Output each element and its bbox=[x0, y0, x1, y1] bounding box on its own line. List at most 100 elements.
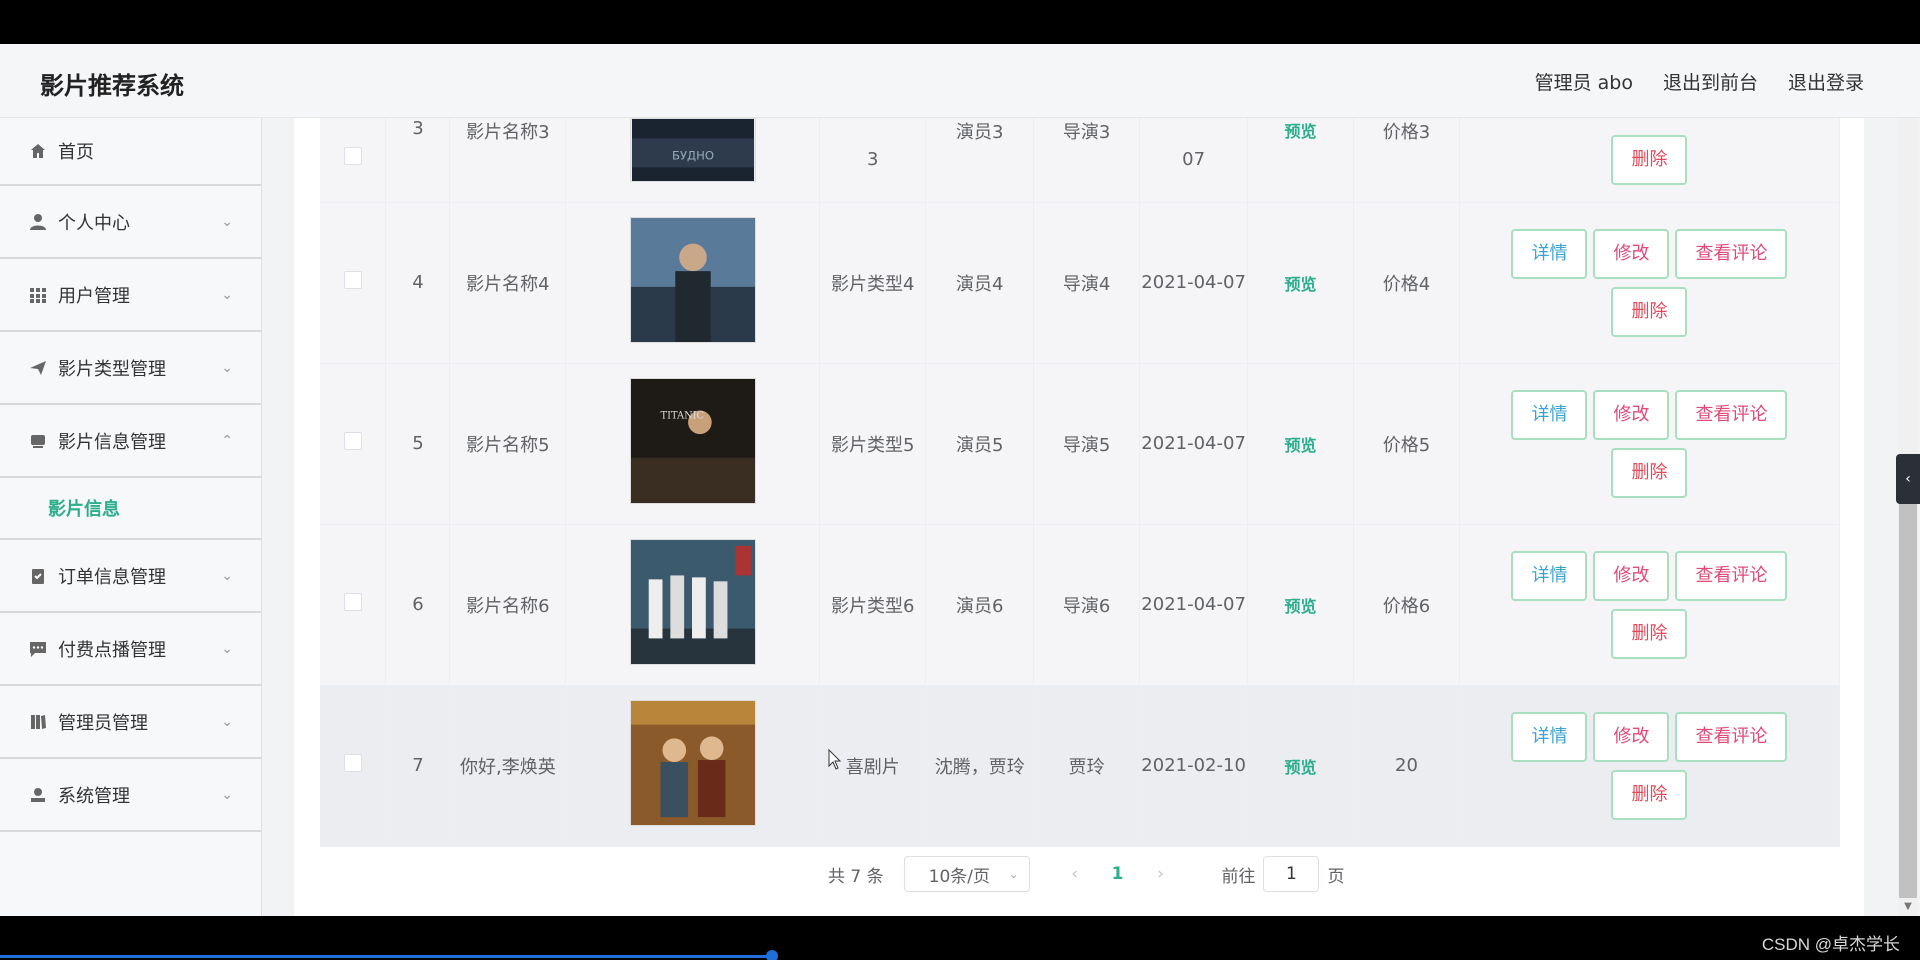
view-comments-button[interactable]: 查看评论 bbox=[1675, 389, 1788, 440]
brand-title: 影片推荐系统 bbox=[40, 72, 184, 100]
row-price: 20 bbox=[1353, 685, 1460, 847]
row-poster-cell bbox=[565, 202, 821, 364]
edit-button[interactable]: 修改 bbox=[1593, 711, 1670, 762]
row-index: 5 bbox=[385, 363, 451, 525]
row-director: 导演5 bbox=[1033, 363, 1141, 525]
collapse-panel-button[interactable]: ‹ bbox=[1896, 454, 1920, 504]
row-index: 3 bbox=[385, 118, 451, 203]
preview-link[interactable]: 预览 bbox=[1285, 275, 1317, 294]
top-letterbox bbox=[0, 0, 1920, 44]
sidebar-subitem-film-info[interactable]: 影片信息 bbox=[0, 478, 261, 540]
sidebar-item-order-management[interactable]: 订单信息管理 ⌄ bbox=[0, 540, 261, 613]
row-checkbox[interactable] bbox=[343, 432, 362, 450]
sidebar-item-label: 管理员管理 bbox=[58, 712, 148, 734]
poster-image: БУДНО bbox=[629, 118, 756, 182]
row-type: 影片类型5 bbox=[819, 363, 927, 525]
row-checkbox[interactable] bbox=[343, 593, 362, 611]
person-icon bbox=[28, 785, 48, 805]
admin-username[interactable]: 管理员 abo bbox=[1535, 68, 1633, 95]
row-index: 7 bbox=[385, 685, 451, 847]
row-actor: 演员3 bbox=[925, 118, 1035, 203]
detail-button[interactable]: 详情 bbox=[1511, 711, 1588, 762]
sidebar-item-system-management[interactable]: 系统管理 ⌄ bbox=[0, 759, 261, 832]
row-name: 影片名称4 bbox=[449, 202, 567, 364]
row-checkbox-cell bbox=[320, 118, 387, 203]
page-size-select[interactable]: 10条/页 ⌄ bbox=[903, 856, 1030, 892]
row-type: 影片类型6 bbox=[819, 524, 927, 686]
row-poster-cell bbox=[565, 685, 821, 847]
sidebar-item-label: 订单信息管理 bbox=[58, 566, 166, 588]
poster-image bbox=[629, 217, 756, 343]
table-row: 5 影片名称5 TITANIC 影片类型5 演员5 导演5 2021-04-07… bbox=[320, 363, 1841, 525]
view-comments-button[interactable]: 查看评论 bbox=[1675, 228, 1788, 279]
row-checkbox[interactable] bbox=[343, 271, 362, 289]
detail-button[interactable]: 详情 bbox=[1511, 389, 1588, 440]
table-row: 6 影片名称6 影片类型6 演员6 导演6 2021-04-07 预览 价格6 … bbox=[320, 524, 1841, 686]
sidebar-item-film-type-management[interactable]: 影片类型管理 ⌄ bbox=[0, 332, 261, 405]
sidebar-item-label: 个人中心 bbox=[58, 212, 130, 234]
row-poster-cell bbox=[565, 524, 821, 686]
pagination-total: 共 7 条 bbox=[828, 866, 884, 887]
sidebar-item-home[interactable]: 首页 bbox=[0, 118, 261, 186]
delete-button[interactable]: 删除 bbox=[1611, 134, 1688, 185]
chevron-down-icon: ⌄ bbox=[221, 567, 233, 584]
sidebar-item-user-management[interactable]: 用户管理 ⌄ bbox=[0, 259, 261, 332]
home-icon bbox=[28, 141, 48, 161]
sidebar-item-admin-management[interactable]: 管理员管理 ⌄ bbox=[0, 686, 261, 759]
sidebar-item-paid-vod-management[interactable]: 付费点播管理 ⌄ bbox=[0, 613, 261, 686]
row-preview-cell: 预览 bbox=[1247, 685, 1355, 847]
row-actions: 详情 修改 查看评论删除 bbox=[1459, 363, 1841, 525]
back-to-front-link[interactable]: 退出到前台 bbox=[1663, 68, 1758, 95]
delete-button[interactable]: 删除 bbox=[1611, 286, 1688, 337]
row-director: 导演3 bbox=[1033, 118, 1141, 203]
page-number-current[interactable]: 1 bbox=[1112, 864, 1124, 884]
row-type: 影片类型4 bbox=[819, 202, 927, 364]
watermark-text: CSDN @卓杰学长 bbox=[1761, 935, 1900, 954]
delete-button[interactable]: 删除 bbox=[1611, 769, 1688, 820]
chat-icon bbox=[28, 639, 48, 659]
row-actor: 演员4 bbox=[925, 202, 1035, 364]
video-progress-bar[interactable] bbox=[0, 955, 772, 958]
view-comments-button[interactable]: 查看评论 bbox=[1675, 550, 1788, 601]
row-checkbox-cell bbox=[320, 524, 387, 686]
detail-button[interactable]: 详情 bbox=[1511, 228, 1588, 279]
preview-link[interactable]: 预览 bbox=[1285, 122, 1317, 141]
row-preview-cell: 预览 bbox=[1247, 363, 1355, 525]
row-date: 2021-04-07 bbox=[1139, 363, 1249, 525]
row-name: 影片名称3 bbox=[449, 118, 567, 203]
preview-link[interactable]: 预览 bbox=[1285, 597, 1317, 616]
scroll-down-icon[interactable]: ▼ bbox=[1900, 901, 1916, 913]
poster-image bbox=[629, 539, 756, 665]
goto-page-input[interactable] bbox=[1263, 856, 1320, 892]
video-progress-handle[interactable] bbox=[766, 950, 778, 960]
view-comments-button[interactable]: 查看评论 bbox=[1675, 711, 1788, 762]
delete-button[interactable]: 删除 bbox=[1611, 447, 1688, 498]
preview-link[interactable]: 预览 bbox=[1285, 758, 1317, 777]
delete-button[interactable]: 删除 bbox=[1611, 608, 1688, 659]
page-size-value: 10条/页 bbox=[928, 866, 990, 887]
logout-link[interactable]: 退出登录 bbox=[1788, 68, 1864, 95]
edit-button[interactable]: 修改 bbox=[1593, 550, 1670, 601]
pagination: 共 7 条 10条/页 ⌄ ‹ 1 › 前往 页 bbox=[828, 856, 1344, 892]
goto-label: 前往 bbox=[1221, 866, 1256, 887]
edit-button[interactable]: 修改 bbox=[1593, 389, 1670, 440]
row-checkbox[interactable] bbox=[343, 754, 362, 772]
row-actor: 演员5 bbox=[925, 363, 1035, 525]
table-row: 4 影片名称4 影片类型4 演员4 导演4 2021-04-07 预览 价格4 … bbox=[320, 202, 1841, 364]
edit-button[interactable]: 修改 bbox=[1593, 228, 1670, 279]
next-page-button[interactable]: › bbox=[1145, 864, 1175, 884]
row-price: 价格4 bbox=[1353, 202, 1460, 364]
sidebar-item-label: 首页 bbox=[58, 142, 94, 163]
row-name: 影片名称5 bbox=[449, 363, 567, 525]
poster-image bbox=[629, 700, 756, 826]
row-checkbox[interactable] bbox=[343, 147, 362, 166]
detail-button[interactable]: 详情 bbox=[1511, 550, 1588, 601]
scrollbar-thumb[interactable] bbox=[1899, 494, 1917, 898]
sidebar-item-personal-center[interactable]: 个人中心 ⌄ bbox=[0, 186, 261, 259]
row-actions: 详情 修改 查看评论删除 bbox=[1459, 524, 1841, 686]
prev-page-button[interactable]: ‹ bbox=[1060, 864, 1090, 884]
chevron-down-icon: ⌄ bbox=[221, 359, 233, 376]
send-icon bbox=[28, 358, 48, 378]
preview-link[interactable]: 预览 bbox=[1285, 436, 1317, 455]
sidebar-item-film-info-management[interactable]: 影片信息管理 ⌃ bbox=[0, 405, 261, 478]
